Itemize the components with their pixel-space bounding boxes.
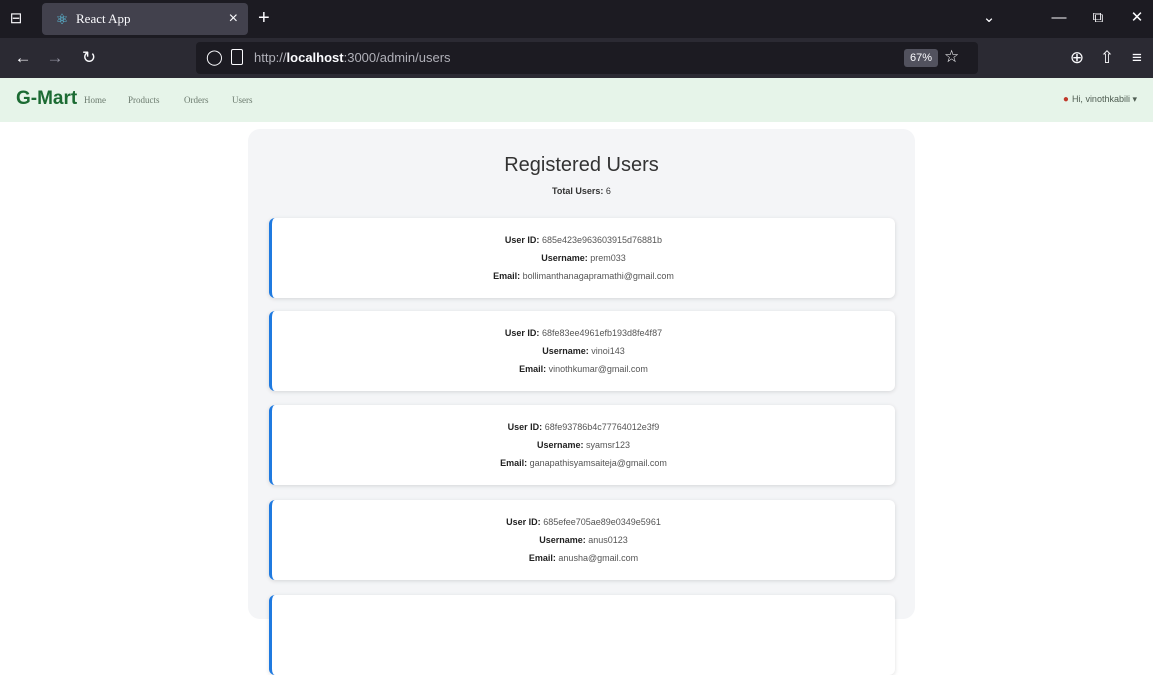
react-icon: ⚛ — [55, 11, 69, 27]
user-id-line: User ID: 68fe83ee4961efb193d8fe4f87 — [504, 328, 663, 338]
bookmark-star-icon[interactable]: ☆ — [944, 47, 959, 67]
user-card: User ID: 685efee705ae89e0349e5961 Userna… — [269, 500, 895, 580]
username-line: Username: syamsr123 — [536, 440, 631, 450]
close-tab-icon[interactable]: × — [229, 10, 238, 28]
browser-tab[interactable]: ⚛ React App × — [42, 3, 248, 35]
user-card: User ID: 685e423e963603915d76881b Userna… — [269, 218, 895, 298]
email-line: Email: bollimanthanagapramathi@gmail.com — [493, 271, 674, 281]
restore-icon[interactable]: ⧉ — [1087, 8, 1109, 28]
address-bar[interactable]: ◯ http://localhost:3000/admin/users 67% … — [196, 42, 978, 74]
navigation-bar: ← → ↻ ◯ http://localhost:3000/admin/user… — [0, 38, 1153, 78]
nav-link-orders[interactable]: Orders — [184, 94, 209, 106]
brand-logo[interactable]: G-Mart — [16, 89, 77, 109]
email-line: Email: anusha@gmail.com — [528, 553, 639, 563]
chevron-down-icon[interactable]: ⌄ — [978, 8, 1000, 28]
user-icon: ● — [1062, 94, 1069, 105]
nav-link-users[interactable]: Users — [232, 94, 253, 106]
username-line: Username: vinoi143 — [542, 346, 625, 356]
window-close-icon[interactable]: ✕ — [1126, 8, 1148, 28]
tab-title: React App — [76, 11, 131, 26]
extensions-icon[interactable]: ⇧ — [1096, 48, 1118, 68]
user-menu[interactable]: ● Hi, vinothkabili ▾ — [1063, 93, 1137, 106]
nav-link-products[interactable]: Products — [128, 94, 160, 106]
nav-link-home[interactable]: Home — [84, 94, 106, 106]
username-line: Username: anus0123 — [539, 535, 628, 545]
username-line: Username: prem033 — [541, 253, 626, 263]
url-text[interactable]: http://localhost:3000/admin/users — [254, 50, 451, 66]
reload-icon[interactable]: ↻ — [78, 48, 100, 68]
tab-list-icon[interactable]: ⊟ — [6, 9, 26, 29]
email-line: Email: ganapathisyamsaiteja@gmail.com — [500, 458, 667, 468]
shield-icon[interactable]: ◯ — [206, 49, 223, 67]
user-id-line: User ID: 685e423e963603915d76881b — [504, 235, 663, 245]
zoom-badge[interactable]: 67% — [904, 49, 939, 67]
menu-icon[interactable]: ≡ — [1126, 48, 1148, 68]
total-users: Total Users: 6 — [552, 186, 611, 196]
back-icon[interactable]: ← — [12, 48, 34, 68]
user-id-line: User ID: 685efee705ae89e0349e5961 — [506, 517, 661, 527]
account-icon[interactable]: ⊕ — [1066, 48, 1088, 68]
user-card: User ID: 68fe93786b4c77764012e3f9 Userna… — [269, 405, 895, 485]
forward-icon[interactable]: → — [44, 48, 66, 68]
minimize-icon[interactable]: — — [1048, 8, 1070, 28]
user-id-line: User ID: 68fe93786b4c77764012e3f9 — [507, 422, 660, 432]
email-line: Email: vinothkumar@gmail.com — [519, 364, 648, 374]
new-tab-icon[interactable]: + — [258, 7, 270, 29]
page-title: Registered Users — [504, 154, 659, 176]
user-greeting: Hi, vinothkabili — [1071, 94, 1130, 104]
app-navbar: G-Mart Home Products Orders Users ● Hi, v… — [0, 78, 1153, 122]
user-card — [269, 595, 895, 675]
tab-strip: ⊟ ⚛ React App × + ⌄ — ⧉ ✕ — [0, 0, 1153, 38]
page-icon[interactable] — [231, 49, 243, 65]
user-card: User ID: 68fe83ee4961efb193d8fe4f87 User… — [269, 311, 895, 391]
users-panel: Registered Users Total Users: 6 User ID:… — [248, 129, 915, 675]
